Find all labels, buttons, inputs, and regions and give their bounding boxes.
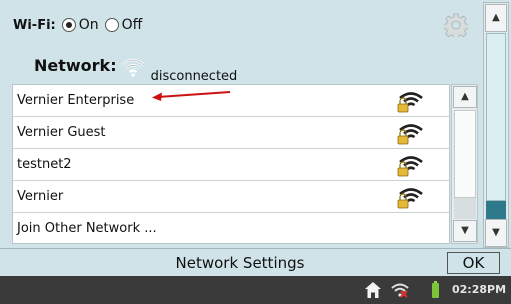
scroll-thumb[interactable] (454, 110, 476, 198)
network-row[interactable]: Vernier Guest (13, 117, 449, 149)
scroll-up-button[interactable]: ▲ (453, 86, 477, 108)
network-label: Network: (34, 56, 117, 75)
status-bar: 02:28PM (0, 276, 511, 304)
wifi-icon (120, 58, 145, 77)
network-name: Vernier (17, 189, 64, 204)
network-settings-panel: Wi-Fi: On Off Network: disconnected Vern… (0, 0, 481, 248)
network-row[interactable]: Vernier (13, 181, 449, 213)
wifi-disconnected-icon[interactable] (390, 281, 410, 299)
scroll-down-button[interactable]: ▼ (453, 220, 477, 242)
footer-bar: Network Settings OK (0, 248, 511, 276)
wifi-on-label[interactable]: On (79, 17, 99, 33)
wifi-off-label[interactable]: Off (122, 17, 143, 33)
network-name: Join Other Network ... (17, 221, 157, 236)
page-scroll-down-button[interactable]: ▼ (485, 219, 507, 247)
page-scroll-up-button[interactable]: ▲ (485, 4, 507, 32)
lock-icon (397, 188, 423, 209)
network-name: Vernier Enterprise (17, 93, 135, 108)
page-title: Network Settings (175, 254, 305, 272)
network-row[interactable]: testnet2 (13, 149, 449, 181)
battery-icon (432, 281, 439, 298)
network-list: Vernier Enterprise Vernier Guest testnet… (12, 84, 450, 244)
lock-icon (397, 92, 423, 113)
network-status-row: Network: disconnected (34, 48, 237, 84)
wifi-toggle-row: Wi-Fi: On Off (13, 14, 148, 36)
list-scrollbar[interactable]: ▲ ▼ (451, 84, 478, 244)
ok-button[interactable]: OK (447, 252, 500, 274)
lock-icon (397, 156, 423, 177)
clock: 02:28PM (452, 283, 507, 296)
page-scrollbar[interactable]: ▲ ▼ (483, 2, 509, 248)
network-status: disconnected (150, 69, 238, 84)
wifi-label: Wi-Fi: (13, 17, 56, 33)
scroll-track[interactable] (454, 198, 476, 219)
wifi-off-radio[interactable] (104, 18, 119, 32)
gear-icon[interactable] (444, 13, 468, 37)
network-name: Vernier Guest (17, 125, 106, 140)
join-other-network-row[interactable]: Join Other Network ... (13, 213, 449, 245)
page-scroll-position[interactable] (486, 201, 506, 221)
home-icon[interactable] (364, 281, 382, 299)
wifi-on-radio[interactable] (61, 18, 76, 32)
page-scroll-thumb[interactable] (486, 33, 506, 201)
lock-icon (397, 124, 423, 145)
network-name: testnet2 (17, 157, 72, 172)
annotation-arrow (152, 91, 231, 101)
